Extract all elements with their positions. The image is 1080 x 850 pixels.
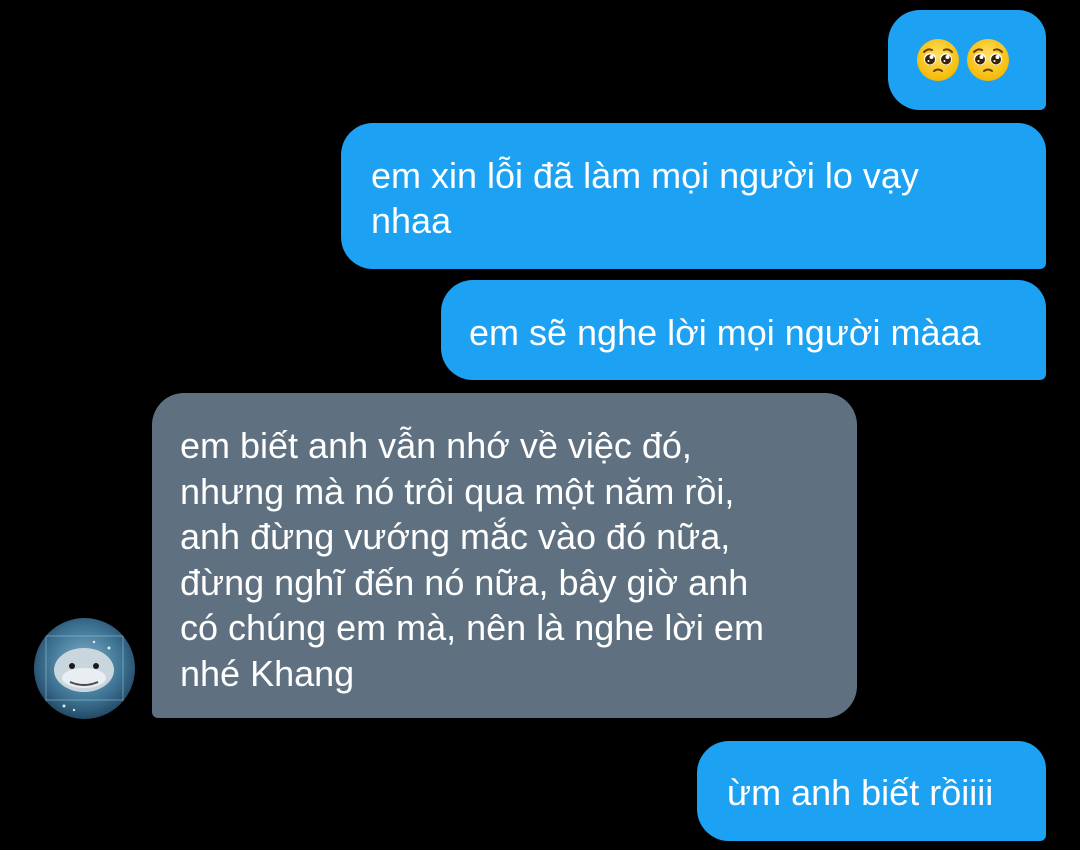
- sent-message[interactable]: em sẽ nghe lời mọi người màaa: [441, 280, 1046, 380]
- received-message[interactable]: em biết anh vẫn nhớ về việc đó, nhưng mà…: [152, 393, 857, 718]
- message-text: em xin lỗi đã làm mọi người lo vạy nhaa: [371, 155, 919, 241]
- message-text: em biết anh vẫn nhớ về việc đó, nhưng mà…: [180, 425, 764, 694]
- message-text: ừm anh biết rồiiii: [727, 772, 994, 813]
- pleading-face-icon: [917, 39, 959, 81]
- avatar[interactable]: [34, 618, 135, 719]
- sent-message-emoji[interactable]: [888, 10, 1046, 110]
- sent-message[interactable]: em xin lỗi đã làm mọi người lo vạy nhaa: [341, 123, 1046, 269]
- avatar-image: [34, 618, 135, 719]
- sent-message[interactable]: ừm anh biết rồiiii: [697, 741, 1046, 841]
- pleading-face-icon: [967, 39, 1009, 81]
- message-text: em sẽ nghe lời mọi người màaa: [469, 312, 981, 353]
